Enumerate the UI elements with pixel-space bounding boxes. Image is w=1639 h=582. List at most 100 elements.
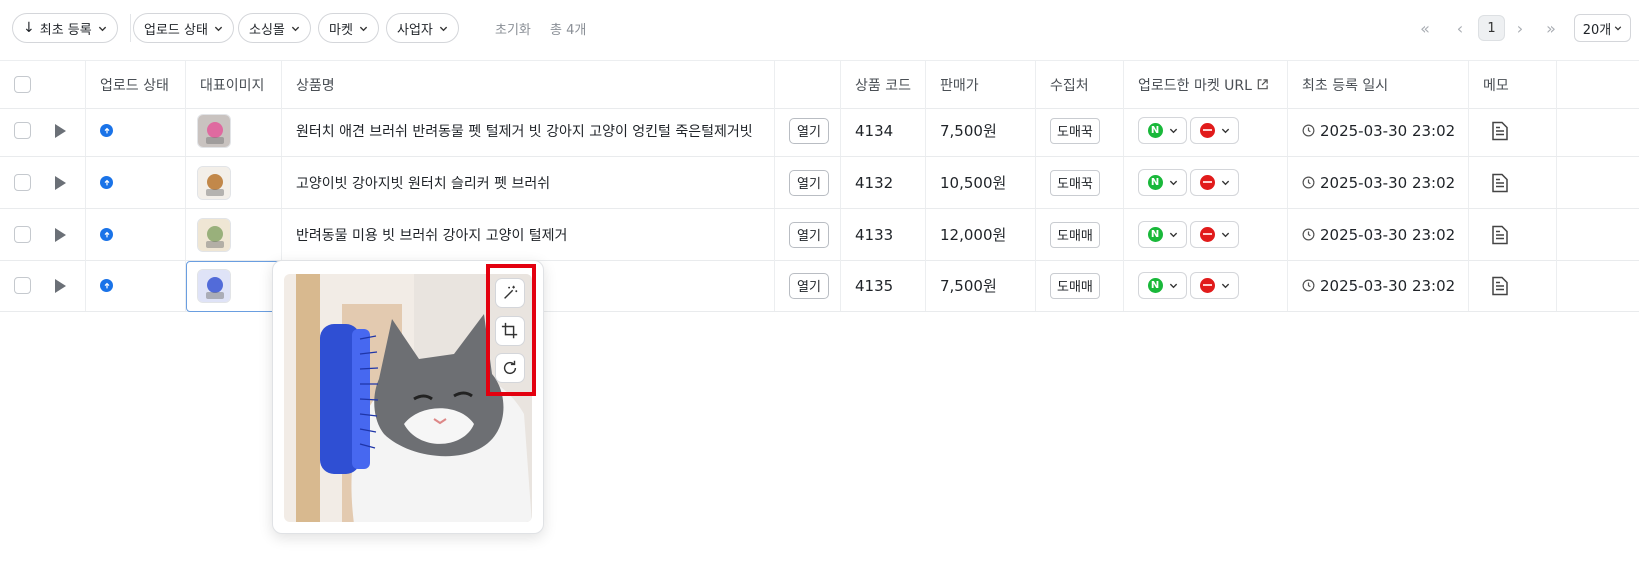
header-main-image[interactable]: 대표이미지 — [186, 61, 282, 108]
row-checkbox[interactable] — [14, 277, 31, 294]
header-product-code[interactable]: 상품 코드 — [841, 61, 926, 108]
header-memo[interactable]: 메모 — [1469, 61, 1557, 108]
open-button[interactable]: 열기 — [789, 169, 829, 196]
filter-upload-status[interactable]: 업로드 상태 — [133, 13, 234, 43]
header-created-at[interactable]: 최초 등록 일시 — [1288, 61, 1469, 108]
chevron-down-icon — [98, 26, 106, 31]
chevron-down-icon — [1169, 180, 1177, 186]
external-link-icon[interactable] — [1256, 78, 1269, 91]
per-page-select[interactable]: 20개 — [1574, 14, 1631, 42]
price-cell: 10,500원 — [926, 157, 1036, 208]
product-code: 4135 — [855, 276, 894, 295]
header-upload-status[interactable]: 업로드 상태 — [86, 61, 186, 108]
play-icon[interactable] — [55, 227, 66, 242]
product-code: 4132 — [855, 173, 894, 192]
upload-icon — [100, 279, 113, 292]
filter-business[interactable]: 사업자 — [386, 13, 459, 43]
play-icon[interactable] — [55, 278, 66, 293]
current-page[interactable]: 1 — [1478, 15, 1505, 41]
header-product-name[interactable]: 상품명 — [282, 61, 775, 108]
market-url-cell: N — [1124, 209, 1288, 260]
main-image-cell[interactable] — [186, 105, 282, 156]
magic-edit-button[interactable] — [495, 278, 525, 308]
select-all-checkbox[interactable] — [14, 76, 31, 93]
table-row[interactable]: 원터치 애견 브러쉬 반려동물 펫 털제거 빗 강아지 고양이 엉킨털 죽은털제… — [0, 105, 1639, 157]
coupang-icon — [1199, 278, 1215, 293]
filter-market[interactable]: 마켓 — [318, 13, 379, 43]
naver-market-dropdown[interactable]: N — [1138, 272, 1187, 299]
product-thumbnail[interactable] — [197, 217, 231, 252]
source-tag[interactable]: 도매꾹 — [1050, 117, 1100, 144]
row-select-cell — [0, 209, 86, 260]
open-button[interactable]: 열기 — [789, 117, 829, 144]
created-at-text: 2025-03-30 23:02 — [1320, 225, 1456, 244]
row-checkbox[interactable] — [14, 122, 31, 139]
arrow-down-icon: ↓ — [23, 20, 35, 36]
play-icon[interactable] — [55, 123, 66, 138]
product-code: 4134 — [855, 121, 894, 140]
price: 12,000원 — [940, 226, 1007, 244]
open-cell: 열기 — [775, 260, 841, 311]
header-price[interactable]: 판매가 — [926, 61, 1036, 108]
table-row[interactable]: 반려동물 미용 빗 브러쉬 강아지 고양이 털제거 열기 4133 12,000… — [0, 209, 1639, 261]
prev-page-icon[interactable]: ‹ — [1449, 17, 1471, 39]
header-checkbox-cell — [0, 61, 86, 108]
product-thumbnail[interactable] — [197, 165, 231, 200]
price: 10,500원 — [940, 174, 1007, 192]
source-tag[interactable]: 도매꾹 — [1050, 169, 1100, 196]
chevron-down-icon — [1221, 128, 1229, 134]
row-select-cell — [0, 260, 86, 311]
rotate-button[interactable] — [495, 353, 525, 383]
magic-wand-icon — [504, 285, 518, 299]
memo-icon[interactable] — [1491, 173, 1509, 193]
next-page-icon[interactable]: › — [1509, 17, 1531, 39]
created-at: 2025-03-30 23:02 — [1302, 226, 1455, 244]
reset-link[interactable]: 초기화 — [495, 19, 531, 38]
main-image-cell[interactable] — [186, 209, 282, 260]
sort-button[interactable]: ↓ 최초 등록 — [12, 13, 118, 43]
naver-market-dropdown[interactable]: N — [1138, 169, 1187, 196]
coupang-market-dropdown[interactable] — [1190, 169, 1239, 196]
filter-sourcing-mall[interactable]: 소싱몰 — [238, 13, 311, 43]
chevron-down-icon — [1221, 232, 1229, 238]
header-market-url[interactable]: 업로드한 마켓 URL — [1124, 61, 1288, 108]
table-row[interactable]: 고양이빗 강아지빗 원터치 슬리커 펫 브러쉬 열기 4132 10,500원 … — [0, 157, 1639, 209]
memo-icon[interactable] — [1491, 225, 1509, 245]
price-cell: 7,500원 — [926, 260, 1036, 311]
main-image-cell[interactable] — [186, 157, 282, 208]
source-tag[interactable]: 도매매 — [1050, 221, 1100, 248]
naver-market-dropdown[interactable]: N — [1138, 117, 1187, 144]
coupang-market-dropdown[interactable] — [1190, 117, 1239, 144]
naver-icon: N — [1147, 175, 1163, 190]
header-source[interactable]: 수집처 — [1036, 61, 1124, 108]
memo-icon[interactable] — [1491, 121, 1509, 141]
source-cell: 도매꾹 — [1036, 157, 1124, 208]
memo-icon[interactable] — [1491, 276, 1509, 296]
crop-button[interactable] — [495, 316, 525, 346]
open-button[interactable]: 열기 — [789, 221, 829, 248]
crop-icon — [501, 322, 518, 339]
row-checkbox[interactable] — [14, 174, 31, 191]
coupang-market-dropdown[interactable] — [1190, 221, 1239, 248]
chevron-down-icon — [359, 26, 368, 31]
first-page-icon[interactable]: « — [1414, 17, 1436, 39]
last-page-icon[interactable]: » — [1540, 17, 1562, 39]
memo-cell — [1469, 105, 1557, 156]
naver-icon: N — [1147, 227, 1163, 242]
play-icon[interactable] — [55, 175, 66, 190]
product-code-cell: 4135 — [841, 260, 926, 311]
coupang-icon — [1199, 175, 1215, 190]
per-page-label: 20개 — [1582, 22, 1612, 38]
price-cell: 7,500원 — [926, 105, 1036, 156]
coupang-market-dropdown[interactable] — [1190, 272, 1239, 299]
row-checkbox[interactable] — [14, 226, 31, 243]
source-tag[interactable]: 도매매 — [1050, 272, 1100, 299]
created-at-cell: 2025-03-30 23:02 — [1288, 260, 1469, 311]
open-cell: 열기 — [775, 157, 841, 208]
naver-market-dropdown[interactable]: N — [1138, 221, 1187, 248]
open-button[interactable]: 열기 — [789, 272, 829, 299]
created-at-cell: 2025-03-30 23:02 — [1288, 209, 1469, 260]
product-thumbnail[interactable] — [197, 113, 231, 148]
coupang-icon — [1199, 123, 1215, 138]
chevron-down-icon — [214, 26, 223, 31]
